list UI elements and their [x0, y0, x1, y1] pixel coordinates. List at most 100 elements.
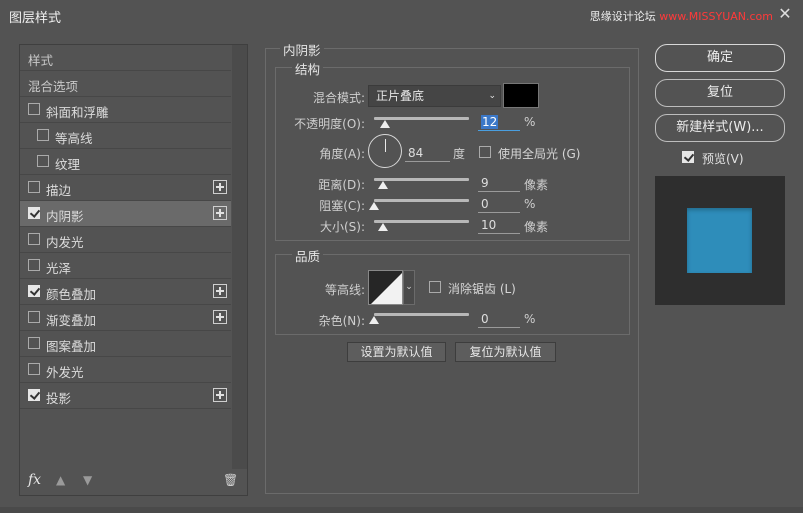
distance-slider-thumb[interactable] — [377, 181, 388, 189]
style-list-label: 内发光 — [46, 235, 84, 250]
angle-label: 角度(A): — [319, 147, 365, 161]
style-list-label: 颜色叠加 — [46, 287, 97, 302]
style-checkbox[interactable] — [28, 259, 40, 271]
choke-unit: % — [524, 197, 536, 211]
noise-input[interactable]: 0 — [478, 311, 520, 328]
style-list-item[interactable]: 混合选项 — [20, 71, 231, 97]
angle-dial[interactable] — [368, 134, 402, 168]
trash-icon[interactable]: 🗑 — [223, 473, 238, 487]
set-default-button[interactable]: 设置为默认值 — [347, 342, 446, 362]
contour-dropdown[interactable]: ⌄ — [403, 270, 415, 305]
style-checkbox[interactable] — [28, 103, 40, 115]
noise-slider[interactable] — [374, 313, 469, 316]
style-checkbox[interactable] — [37, 155, 49, 167]
style-list-item[interactable]: 样式 — [20, 45, 231, 71]
style-checkbox[interactable] — [28, 389, 40, 401]
add-icon[interactable] — [213, 206, 227, 220]
style-list-item[interactable]: 等高线 — [20, 123, 231, 149]
preview-checkbox[interactable] — [682, 151, 694, 163]
antialias-label: 消除锯齿 (L) — [448, 282, 516, 296]
style-checkbox[interactable] — [37, 129, 49, 141]
fx-icon[interactable]: fx — [28, 472, 41, 488]
angle-input[interactable]: 84 — [405, 145, 450, 162]
size-slider[interactable] — [374, 220, 469, 223]
watermark-site-name: 思缘设计论坛 — [589, 10, 656, 23]
style-checkbox[interactable] — [28, 311, 40, 323]
watermark-url: www.MISSYUAN.com — [659, 10, 773, 23]
opacity-slider-thumb[interactable] — [380, 120, 391, 128]
watermark: 思缘设计论坛 www.MISSYUAN.com — [590, 8, 773, 24]
add-icon[interactable] — [213, 310, 227, 324]
opacity-value: 12 — [481, 115, 499, 129]
style-checkbox[interactable] — [28, 285, 40, 297]
distance-slider[interactable] — [374, 178, 469, 181]
style-list-label: 混合选项 — [28, 79, 79, 94]
inner-shadow-title: 内阴影 — [280, 40, 324, 59]
window-bottom-edge — [0, 507, 803, 513]
opacity-input[interactable]: 12 — [478, 114, 520, 131]
size-slider-thumb[interactable] — [377, 223, 388, 231]
size-unit: 像素 — [524, 220, 549, 234]
noise-unit: % — [524, 312, 536, 326]
contour-preview[interactable] — [368, 270, 403, 305]
style-list-item[interactable]: 内阴影 — [20, 201, 231, 227]
style-checkbox[interactable] — [28, 181, 40, 193]
add-icon[interactable] — [213, 388, 227, 402]
style-checkbox[interactable] — [28, 233, 40, 245]
style-list-item[interactable]: 颜色叠加 — [20, 279, 231, 305]
style-checkbox[interactable] — [28, 363, 40, 375]
blend-mode-select[interactable]: 正片叠底 ⌄ — [368, 85, 501, 107]
opacity-unit: % — [524, 115, 536, 129]
style-checkbox[interactable] — [28, 207, 40, 219]
style-list-item[interactable]: 图案叠加 — [20, 331, 231, 357]
arrow-down-icon[interactable]: ▼ — [83, 473, 92, 487]
contour-curve-icon — [371, 273, 402, 304]
add-icon[interactable] — [213, 284, 227, 298]
style-list-item[interactable]: 渐变叠加 — [20, 305, 231, 331]
style-list-footer: fx ▲ ▼ 🗑 — [20, 469, 247, 495]
style-list-item[interactable]: 投影 — [20, 383, 231, 409]
reset-default-button[interactable]: 复位为默认值 — [455, 342, 556, 362]
reset-button[interactable]: 复位 — [655, 79, 785, 107]
distance-input[interactable]: 9 — [478, 175, 520, 192]
distance-unit: 像素 — [524, 178, 549, 192]
style-list-label: 样式 — [28, 53, 54, 68]
shadow-color-swatch[interactable] — [503, 83, 539, 108]
style-list-item[interactable]: 外发光 — [20, 357, 231, 383]
window-title: 图层样式 — [9, 11, 62, 26]
arrow-up-icon[interactable]: ▲ — [56, 473, 65, 487]
add-icon[interactable] — [213, 180, 227, 194]
angle-dial-needle — [385, 139, 386, 152]
size-input[interactable]: 10 — [478, 217, 520, 234]
noise-slider-thumb[interactable] — [369, 316, 379, 324]
close-icon[interactable]: ✕ — [775, 4, 795, 24]
quality-title: 品质 — [292, 246, 324, 265]
ok-button[interactable]: 确定 — [655, 44, 785, 72]
new-style-button[interactable]: 新建样式(W)... — [655, 114, 785, 142]
style-preview — [655, 176, 785, 305]
style-list-item[interactable]: 描边 — [20, 175, 231, 201]
chevron-down-icon: ⌄ — [405, 282, 413, 292]
style-list: 样式混合选项斜面和浮雕等高线 纹理描边内阴影内发光光泽颜色叠加渐变叠加图案叠加外发… — [20, 45, 231, 409]
angle-unit: 度 — [453, 147, 466, 161]
distance-label: 距离(D): — [318, 178, 365, 192]
choke-label: 阻塞(C): — [319, 199, 365, 213]
style-list-label: 渐变叠加 — [46, 313, 97, 328]
style-list-item[interactable]: 内发光 — [20, 227, 231, 253]
style-list-panel: 样式混合选项斜面和浮雕等高线 纹理描边内阴影内发光光泽颜色叠加渐变叠加图案叠加外发… — [19, 44, 248, 496]
style-checkbox[interactable] — [28, 337, 40, 349]
antialias-checkbox[interactable] — [429, 281, 441, 293]
choke-input[interactable]: 0 — [478, 196, 520, 213]
choke-slider[interactable] — [374, 199, 469, 202]
opacity-label: 不透明度(O): — [294, 117, 365, 131]
style-list-item[interactable]: 斜面和浮雕 — [20, 97, 231, 123]
scrollbar[interactable] — [232, 45, 247, 469]
global-light-checkbox[interactable] — [479, 146, 491, 158]
style-list-label: 外发光 — [46, 365, 84, 380]
style-list-label: 斜面和浮雕 — [46, 105, 109, 120]
choke-slider-thumb[interactable] — [369, 202, 379, 210]
style-list-label: 描边 — [46, 183, 72, 198]
style-list-item[interactable]: 光泽 — [20, 253, 231, 279]
contour-label: 等高线: — [324, 283, 365, 297]
style-list-item[interactable]: 纹理 — [20, 149, 231, 175]
